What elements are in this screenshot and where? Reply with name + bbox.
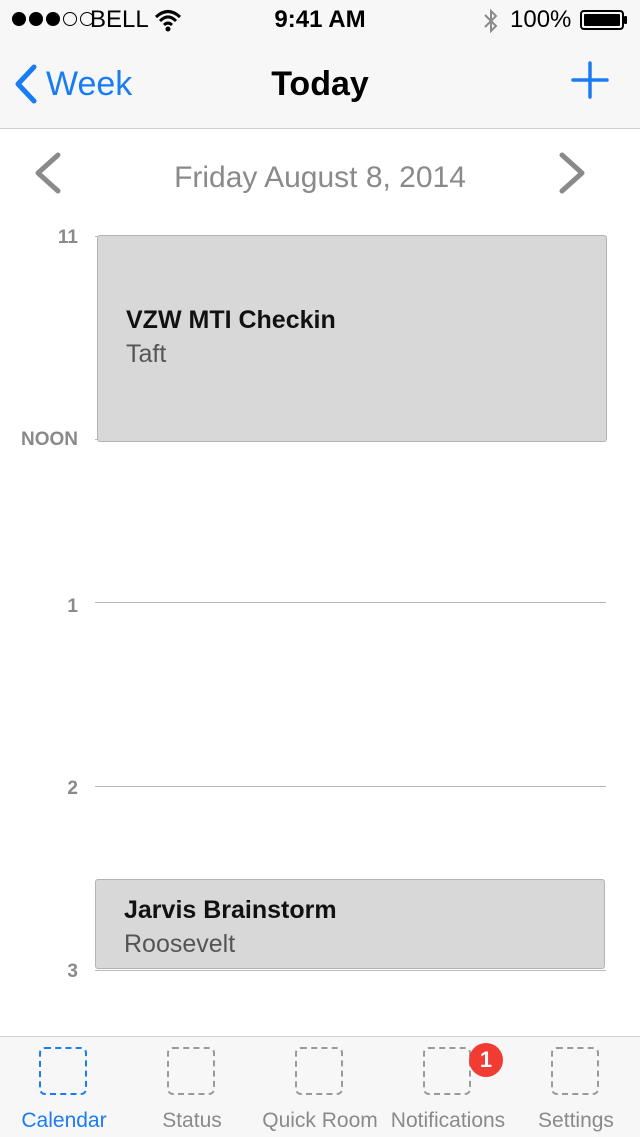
- hour-label-2: 2: [67, 778, 78, 799]
- tab-status[interactable]: Status: [128, 1037, 256, 1137]
- tab-bar: Calendar Status Quick Room 1 Notificatio…: [0, 1036, 640, 1137]
- tab-label: Settings: [538, 1109, 614, 1132]
- notifications-icon: [423, 1047, 471, 1095]
- next-day-chevron-icon[interactable]: [554, 150, 590, 196]
- bluetooth-icon: [484, 8, 498, 34]
- notification-badge: 1: [469, 1043, 503, 1077]
- hour-label-1: 1: [67, 596, 78, 617]
- tab-quick-room[interactable]: Quick Room: [256, 1037, 384, 1137]
- tab-calendar[interactable]: Calendar: [0, 1037, 128, 1137]
- tab-settings[interactable]: Settings: [512, 1037, 640, 1137]
- battery-percent: 100%: [510, 6, 572, 33]
- tab-label: Status: [162, 1109, 222, 1132]
- plus-icon[interactable]: [570, 60, 610, 100]
- event-card[interactable]: Jarvis Brainstorm Roosevelt: [95, 879, 605, 969]
- tab-label: Quick Room: [262, 1109, 378, 1132]
- navigation-bar: Week Today: [0, 40, 640, 129]
- status-icon: [167, 1047, 215, 1095]
- quick-room-icon: [295, 1047, 343, 1095]
- event-title: Jarvis Brainstorm: [124, 896, 337, 924]
- hour-line: [95, 970, 606, 971]
- settings-icon: [551, 1047, 599, 1095]
- event-title: VZW MTI Checkin: [126, 306, 336, 334]
- hour-line: [95, 786, 606, 787]
- tab-notifications[interactable]: 1 Notifications: [384, 1037, 512, 1137]
- event-card[interactable]: VZW MTI Checkin Taft: [97, 235, 607, 442]
- hour-label-3: 3: [67, 961, 78, 982]
- tab-label: Notifications: [390, 1109, 506, 1132]
- status-bar: BELL 9:41 AM 100%: [0, 0, 640, 40]
- tab-label: Calendar: [21, 1109, 107, 1132]
- page-title: Today: [271, 65, 369, 103]
- event-room: Taft: [126, 340, 167, 368]
- hour-line: [95, 602, 606, 603]
- event-room: Roosevelt: [124, 930, 236, 958]
- hour-label-noon: NOON: [21, 429, 78, 450]
- calendar-icon: [39, 1047, 87, 1095]
- battery-icon: [580, 10, 627, 30]
- current-date-label: Friday August 8, 2014: [174, 161, 466, 194]
- hour-label-11: 11: [57, 227, 78, 248]
